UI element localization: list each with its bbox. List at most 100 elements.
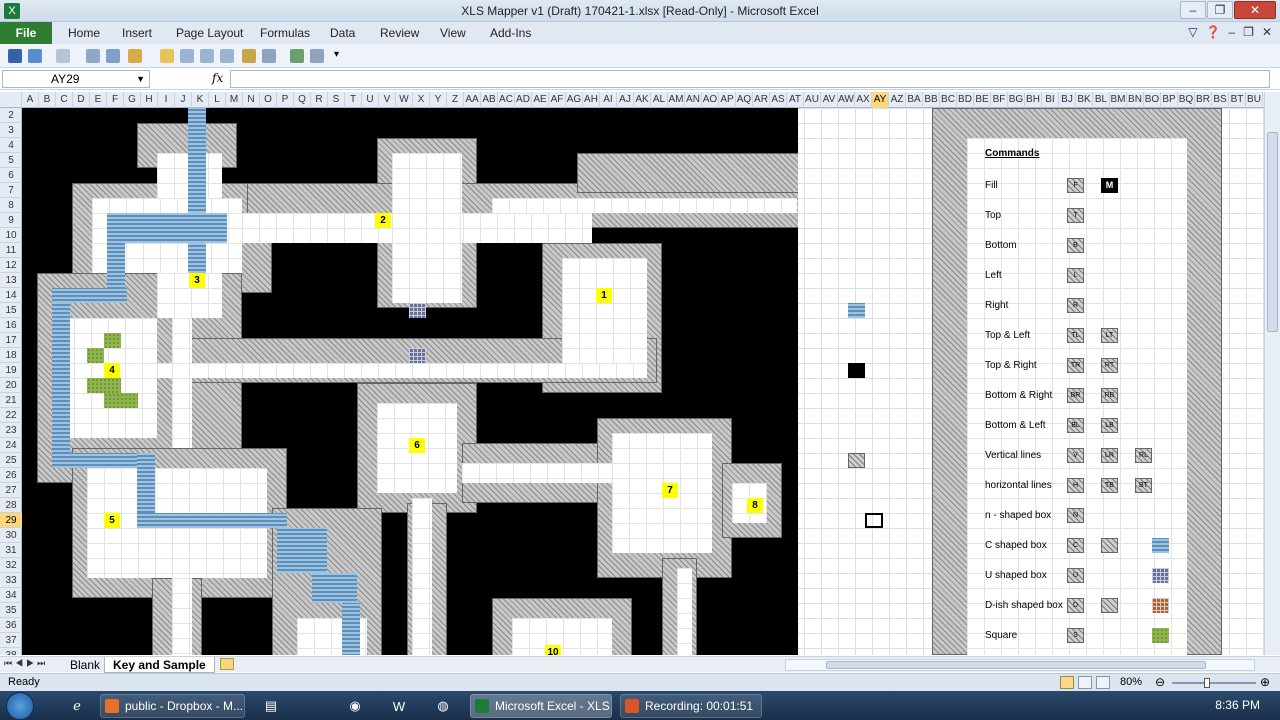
formula-input[interactable] [230,70,1270,88]
collapse-ribbon-icon[interactable]: ▽ [1188,25,1197,39]
column-header[interactable]: BM [1110,92,1127,108]
taskbar-item-dropbox[interactable]: public - Dropbox - M... [100,694,245,718]
window-restore-icon[interactable]: ❐ [1243,25,1254,39]
column-header[interactable]: P [277,92,294,108]
column-header[interactable]: AH [583,92,600,108]
sheet-tab-blank[interactable]: Blank [62,657,108,673]
select-icon[interactable] [262,49,276,63]
select-all-corner[interactable] [0,92,22,108]
column-header[interactable]: AZ [889,92,906,108]
column-header[interactable]: BN [1127,92,1144,108]
tab-formulas[interactable]: Formulas [260,26,310,40]
customize-toolbar-icon[interactable]: ▾ [334,49,348,63]
start-button-icon[interactable] [6,692,34,720]
zoom-level[interactable]: 80% [1120,676,1142,688]
sheet-icon[interactable] [290,49,304,63]
zoom-in-icon[interactable]: ⊕ [1260,675,1270,689]
word-icon[interactable]: W [384,694,414,718]
column-header[interactable]: Q [294,92,311,108]
row-header[interactable]: 32 [0,558,22,573]
column-header[interactable]: F [107,92,124,108]
row-header[interactable]: 20 [0,378,22,393]
row-header[interactable]: 16 [0,318,22,333]
app-icon[interactable]: ◉ [340,694,370,718]
column-header[interactable]: V [379,92,396,108]
column-header[interactable]: AG [566,92,583,108]
column-header[interactable]: AC [498,92,515,108]
zoom-slider-thumb[interactable] [1204,678,1210,688]
row-header[interactable]: 23 [0,423,22,438]
column-header[interactable]: AD [515,92,532,108]
column-header[interactable]: T [345,92,362,108]
column-header[interactable]: AW [838,92,855,108]
page-break-view-icon[interactable] [1096,676,1110,689]
window-minimize-icon[interactable]: – [1228,25,1235,39]
tab-data[interactable]: Data [330,26,355,40]
column-header[interactable]: X [413,92,430,108]
row-header[interactable]: 28 [0,498,22,513]
tab-file[interactable]: File [0,22,52,44]
normal-view-icon[interactable] [1060,676,1074,689]
taskbar-item-excel[interactable]: Microsoft Excel - XLS... [470,694,612,718]
column-header[interactable]: AL [651,92,668,108]
sheet-nav-icon[interactable]: ⏮◀▶⏭ [4,658,48,669]
column-header[interactable]: C [56,92,73,108]
ie-icon[interactable]: ℯ [62,694,92,718]
page-layout-view-icon[interactable] [1078,676,1092,689]
zoom-out-icon[interactable] [200,49,214,63]
column-header[interactable]: R [311,92,328,108]
worksheet-grid[interactable]: A B C D E F G H I J K L M N O P Q R S T U V W X Y Z AA AB AC AD AE AF AG… [0,92,1264,655]
row-header[interactable]: 13 [0,273,22,288]
explorer-icon[interactable]: ▤ [256,694,286,718]
row-header[interactable]: 21 [0,393,22,408]
column-header[interactable]: BH [1025,92,1042,108]
row-header[interactable]: 35 [0,603,22,618]
column-header[interactable]: D [73,92,90,108]
row-header[interactable]: 27 [0,483,22,498]
column-header[interactable]: Z [447,92,464,108]
column-header[interactable]: BI [1042,92,1059,108]
row-header[interactable]: 7 [0,183,22,198]
column-header[interactable]: BF [991,92,1008,108]
row-header[interactable]: 25 [0,453,22,468]
row-header[interactable]: 24 [0,438,22,453]
row-header[interactable]: 11 [0,243,22,258]
column-header[interactable]: M [226,92,243,108]
tab-view[interactable]: View [440,26,466,40]
tab-insert[interactable]: Insert [122,26,152,40]
column-header[interactable]: AN [685,92,702,108]
undo-icon[interactable] [28,49,42,63]
row-header[interactable]: 9 [0,213,22,228]
column-header[interactable]: B [39,92,56,108]
column-header[interactable]: BA [906,92,923,108]
row-header[interactable]: 3 [0,123,22,138]
column-header[interactable]: BP [1161,92,1178,108]
row-header[interactable]: 4 [0,138,22,153]
row-header[interactable]: 29 [0,513,22,528]
column-header[interactable]: BO [1144,92,1161,108]
row-header[interactable]: 34 [0,588,22,603]
column-header[interactable]: BD [957,92,974,108]
column-header[interactable]: AE [532,92,549,108]
print-preview-icon[interactable] [86,49,100,63]
row-header[interactable]: 15 [0,303,22,318]
row-header[interactable]: 2 [0,108,22,123]
column-header[interactable]: A [22,92,39,108]
insert-sheet-icon[interactable] [220,658,234,670]
column-header[interactable]: AO [702,92,719,108]
column-header[interactable]: G [124,92,141,108]
column-header[interactable]: BU [1246,92,1263,108]
row-header[interactable]: 31 [0,543,22,558]
redo-icon[interactable] [56,49,70,63]
name-box[interactable]: AY29 ▼ [2,70,150,88]
vertical-scrollbar[interactable] [1264,92,1280,655]
chevron-down-icon[interactable]: ▼ [136,71,145,87]
column-header[interactable]: BG [1008,92,1025,108]
row-header[interactable]: 6 [0,168,22,183]
row-header[interactable]: 14 [0,288,22,303]
column-header[interactable]: AF [549,92,566,108]
column-header[interactable]: BT [1229,92,1246,108]
camera-icon[interactable] [310,49,324,63]
zoom-out-icon[interactable]: ⊖ [1155,675,1165,689]
copy-icon[interactable] [106,49,120,63]
